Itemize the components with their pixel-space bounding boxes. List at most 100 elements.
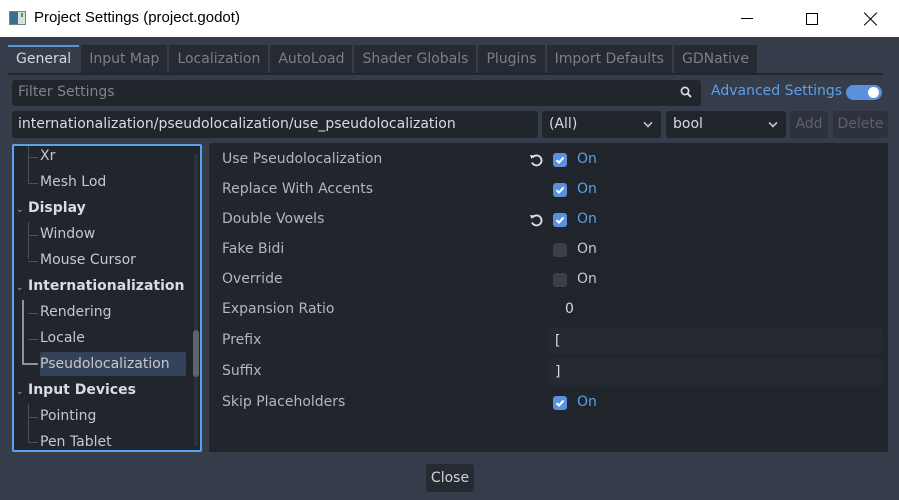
property-row-suffix: Suffix ]: [209, 359, 888, 385]
property-row-prefix: Prefix [: [209, 328, 888, 354]
tree-scrollbar-thumb[interactable]: [193, 330, 199, 377]
window-close-button[interactable]: [848, 0, 894, 37]
tree-connector: [28, 261, 38, 262]
checkbox-label: On: [577, 151, 597, 167]
tree-connector: [28, 146, 29, 170]
property-row-fake-bidi: Fake Bidi On: [209, 237, 888, 263]
tree-item-rendering[interactable]: Rendering: [40, 300, 112, 324]
type-value: bool: [673, 116, 703, 132]
maximize-button[interactable]: [789, 0, 835, 37]
chevron-down-icon[interactable]: ⌄: [16, 276, 28, 300]
property-path-input[interactable]: internationalization/pseudolocalization/…: [12, 111, 538, 138]
close-icon: [864, 12, 878, 26]
tree-item-pointing[interactable]: Pointing: [40, 404, 96, 428]
close-button[interactable]: Close: [426, 464, 474, 492]
revert-icon[interactable]: [529, 153, 543, 167]
tree-item-label: Input Devices: [28, 382, 136, 398]
type-select[interactable]: bool: [666, 111, 786, 138]
checkbox-label: On: [577, 271, 597, 287]
tree-item-xr[interactable]: Xr: [40, 146, 56, 168]
app-icon: [9, 11, 26, 25]
suffix-input[interactable]: ]: [548, 359, 883, 385]
tree-connector: [28, 157, 38, 158]
property-row-use-pseudolocalization: Use Pseudolocalization On: [209, 147, 888, 173]
tree-connector: [28, 404, 29, 442]
tab-bar: General Input Map Localization AutoLoad …: [8, 45, 759, 74]
tree-item-label: Mesh Lod: [40, 174, 107, 190]
property-value-checkbox[interactable]: On: [548, 147, 883, 173]
minimize-button[interactable]: [724, 0, 770, 37]
checkbox-checked[interactable]: [553, 153, 567, 167]
tab-autoload[interactable]: AutoLoad: [270, 45, 353, 74]
tree-connector: [28, 235, 38, 236]
text-value: ]: [555, 364, 561, 380]
tree-connector: [22, 363, 38, 365]
tree-item-locale[interactable]: Locale: [40, 326, 85, 350]
tree-item-internationalization[interactable]: ⌄ Internationalization: [16, 274, 184, 298]
property-label: Prefix: [222, 332, 262, 348]
tab-divider: [8, 73, 883, 75]
tab-localization[interactable]: Localization: [169, 45, 269, 74]
chevron-down-icon[interactable]: ⌄: [16, 380, 28, 404]
tab-import-defaults[interactable]: Import Defaults: [546, 45, 672, 74]
tree-item-label: Xr: [40, 148, 56, 164]
tree-item-label: Pointing: [40, 408, 97, 424]
tree-item-input-devices[interactable]: ⌄ Input Devices: [16, 378, 136, 402]
maximize-icon: [806, 12, 818, 25]
chevron-down-icon: [768, 118, 778, 128]
tree-connector: [28, 442, 38, 443]
tree-scrollbar[interactable]: [194, 154, 198, 446]
tree-connector: [28, 339, 38, 340]
property-row-skip-placeholders: Skip Placeholders On: [209, 390, 888, 416]
tree-item-pseudolocalization[interactable]: Pseudolocalization: [40, 352, 186, 376]
advanced-settings-label: Advanced Settings: [711, 83, 843, 99]
number-value: 0: [565, 301, 574, 317]
checkbox-label: On: [577, 211, 597, 227]
tree-connector: [28, 417, 38, 418]
checkbox-checked[interactable]: [553, 213, 567, 227]
checkbox-checked[interactable]: [553, 396, 567, 410]
expansion-ratio-spinbox[interactable]: 0: [548, 297, 883, 323]
property-value-checkbox[interactable]: On: [548, 177, 883, 203]
add-button[interactable]: Add: [790, 111, 828, 138]
tree-item-label: Pseudolocalization: [40, 356, 170, 372]
property-row-expansion-ratio: Expansion Ratio 0: [209, 297, 888, 323]
chevron-down-icon: [643, 118, 653, 128]
revert-icon[interactable]: [529, 213, 543, 227]
tree-item-pen-tablet[interactable]: Pen Tablet: [40, 430, 112, 450]
filter-settings-input[interactable]: Filter Settings: [12, 80, 701, 106]
checkbox-checked[interactable]: [553, 183, 567, 197]
tree-item-mouse-cursor[interactable]: Mouse Cursor: [40, 248, 136, 272]
property-value-checkbox[interactable]: On: [548, 207, 883, 233]
advanced-settings-toggle[interactable]: [846, 85, 882, 100]
tree-connector: [28, 313, 38, 314]
tree-item-label: Display: [28, 200, 86, 216]
property-label: Skip Placeholders: [222, 394, 346, 410]
tree-item-mesh-lod[interactable]: Mesh Lod: [40, 170, 106, 194]
checkbox-label: On: [577, 241, 597, 257]
section-tree[interactable]: Xr Mesh Lod ⌄ Display Window Mouse Cursor…: [12, 144, 202, 452]
property-label: Override: [222, 271, 283, 287]
tab-plugins[interactable]: Plugins: [478, 45, 545, 74]
tree-connector: [28, 183, 38, 184]
property-value-checkbox[interactable]: On: [548, 267, 883, 293]
prefix-input[interactable]: [: [548, 328, 883, 354]
property-value-checkbox[interactable]: On: [548, 390, 883, 416]
tab-general[interactable]: General: [8, 45, 80, 74]
delete-button[interactable]: Delete: [833, 111, 888, 138]
property-row-override: Override On: [209, 267, 888, 293]
tab-shader-globals[interactable]: Shader Globals: [354, 45, 477, 74]
window-title: Project Settings (project.godot): [34, 9, 240, 26]
tab-input-map[interactable]: Input Map: [81, 45, 168, 74]
property-label: Suffix: [222, 363, 262, 379]
property-value-checkbox[interactable]: On: [548, 237, 883, 263]
search-icon: [680, 86, 692, 98]
checkbox-unchecked[interactable]: [553, 273, 567, 287]
checkbox-unchecked[interactable]: [553, 243, 567, 257]
chevron-down-icon[interactable]: ⌄: [16, 198, 28, 222]
tree-item-display[interactable]: ⌄ Display: [16, 196, 86, 220]
tree-item-window[interactable]: Window: [40, 222, 95, 246]
property-path-value: internationalization/pseudolocalization/…: [18, 116, 456, 132]
tab-gdnative[interactable]: GDNative: [673, 45, 757, 74]
category-select[interactable]: (All): [542, 111, 661, 138]
